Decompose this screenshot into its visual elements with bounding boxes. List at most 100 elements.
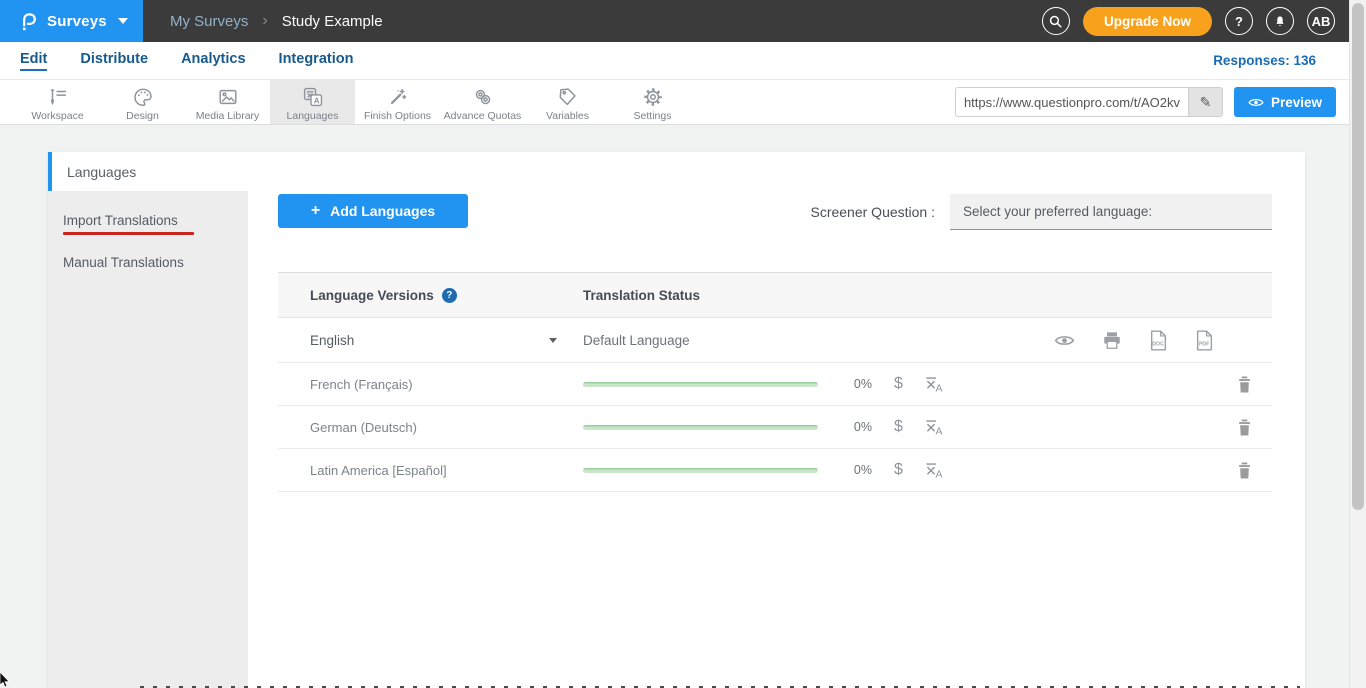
default-language-name: English [310,333,354,348]
responses-count[interactable]: Responses: 136 [1213,53,1316,68]
trash-icon [1237,419,1252,436]
help-icon[interactable]: ? [442,288,457,303]
screener-question-select[interactable]: Select your preferred language: [950,194,1272,230]
preview-button[interactable]: Preview [1234,87,1336,117]
upgrade-now-button[interactable]: Upgrade Now [1083,7,1212,36]
view-survey-button[interactable] [1054,334,1075,347]
tab-analytics[interactable]: Analytics [181,51,245,71]
export-doc-button[interactable]: DOC [1149,330,1168,351]
toolbar-label: Variables [546,110,589,122]
add-languages-button[interactable]: + Add Languages [278,194,468,228]
breadcrumb-my-surveys[interactable]: My Surveys [170,13,248,30]
sidebar-title: Languages [48,152,248,191]
scrollbar-thumb[interactable] [1352,3,1364,510]
help-button[interactable]: ? [1225,7,1253,35]
sidebar-item-label: Import Translations [63,213,178,228]
product-switcher[interactable]: Surveys [0,0,143,42]
edit-url-button[interactable]: ✎ [1188,88,1222,116]
pdf-file-icon: PDF [1195,330,1214,351]
translation-progress-bar [583,468,818,473]
translation-cost-dollar-icon[interactable]: $ [894,375,903,393]
vertical-scrollbar[interactable] [1349,0,1366,688]
pencil-icon: ✎ [1200,94,1212,111]
mouse-cursor [0,672,11,688]
toolbar-item-settings[interactable]: Settings [610,80,695,124]
translation-percent: 0% [844,463,872,477]
toolbar-item-media-library[interactable]: Media Library [185,80,270,124]
print-button[interactable] [1102,331,1122,350]
language-version-row: German (Deutsch) 0% $ A [278,406,1272,449]
media-library-icon [217,86,239,108]
user-avatar[interactable]: AB [1307,7,1335,35]
toolbar-item-workspace[interactable]: Workspace [15,80,100,124]
default-language-select[interactable]: English [278,333,583,348]
language-name-cell: French (Français) [278,377,583,392]
content-top-row: + Add Languages Screener Question : Sele… [278,194,1272,230]
chevron-down-icon [118,18,128,24]
section-nav: Edit Distribute Analytics Integration Re… [0,42,1349,80]
toolbar-label: Finish Options [364,110,431,122]
header-language-versions-label: Language Versions [310,288,434,303]
export-pdf-button[interactable]: PDF [1195,330,1214,351]
sidebar-item-manual-translations[interactable]: Manual Translations [48,245,248,280]
auto-translate-button[interactable]: A [924,375,945,394]
plus-icon: + [311,202,320,220]
tab-edit[interactable]: Edit [20,51,47,71]
auto-translate-button[interactable]: A [924,418,945,437]
breadcrumb: My Surveys › Study Example [170,12,383,30]
doc-file-icon: DOC [1149,330,1168,351]
magic-wand-icon [387,86,409,108]
sidebar-items: Import Translations Manual Translations [48,191,248,688]
translation-progress-bar [583,382,818,387]
default-language-row: English Default Language [278,318,1272,363]
tab-distribute[interactable]: Distribute [80,51,148,71]
toolbar-label: Design [126,110,159,122]
translation-cost-dollar-icon[interactable]: $ [894,418,903,436]
section-tabs: Edit Distribute Analytics Integration [20,51,353,71]
preview-label: Preview [1271,95,1322,110]
translation-percent: 0% [844,420,872,434]
red-highlight-underline [63,232,194,235]
chain-links-icon [472,86,494,108]
toolbar-label: Advance Quotas [444,110,522,122]
survey-url-input[interactable] [956,88,1188,116]
translation-percent: 0% [844,377,872,391]
edit-toolbar: Workspace Design Media Library [0,80,1349,125]
toolbar-item-design[interactable]: Design [100,80,185,124]
languages-icon: A [302,86,324,108]
breadcrumb-separator: › [262,12,267,30]
bell-icon [1273,14,1287,29]
print-icon [1102,331,1122,350]
toolbar-right: ✎ Preview [955,80,1349,124]
default-row-actions: DOC PDF [1054,330,1214,351]
toolbar-item-advance-quotas[interactable]: Advance Quotas [440,80,525,124]
toolbar-label: Workspace [31,110,83,122]
notifications-button[interactable] [1266,7,1294,35]
add-languages-label: Add Languages [330,203,435,219]
languages-content: + Add Languages Screener Question : Sele… [248,194,1305,492]
language-version-row: Latin America [Español] 0% $ A [278,449,1272,492]
sidebar-item-import-translations[interactable]: Import Translations [48,203,248,245]
toolbar-label: Settings [634,110,672,122]
toolbar-item-languages[interactable]: A Languages [270,80,355,124]
languages-sidebar: Languages Import Translations Manual Tra… [48,152,248,688]
delete-language-button[interactable] [1237,376,1252,393]
tag-icon [557,86,579,108]
toolbar-item-finish-options[interactable]: Finish Options [355,80,440,124]
translation-cost-dollar-icon[interactable]: $ [894,461,903,479]
auto-translate-icon: A [924,461,945,480]
delete-language-button[interactable] [1237,462,1252,479]
product-name: Surveys [47,13,107,30]
delete-language-button[interactable] [1237,419,1252,436]
design-palette-icon [132,86,154,108]
tab-integration[interactable]: Integration [279,51,354,71]
search-button[interactable] [1042,7,1070,35]
language-name-cell: Latin America [Español] [278,463,583,478]
toolbar-item-variables[interactable]: Variables [525,80,610,124]
auto-translate-button[interactable]: A [924,461,945,480]
header-translation-status: Translation Status [583,288,700,303]
svg-text:A: A [935,426,942,436]
table-header-row: Language Versions ? Translation Status [278,272,1272,318]
chevron-down-icon [549,338,557,343]
auto-translate-icon: A [924,418,945,437]
